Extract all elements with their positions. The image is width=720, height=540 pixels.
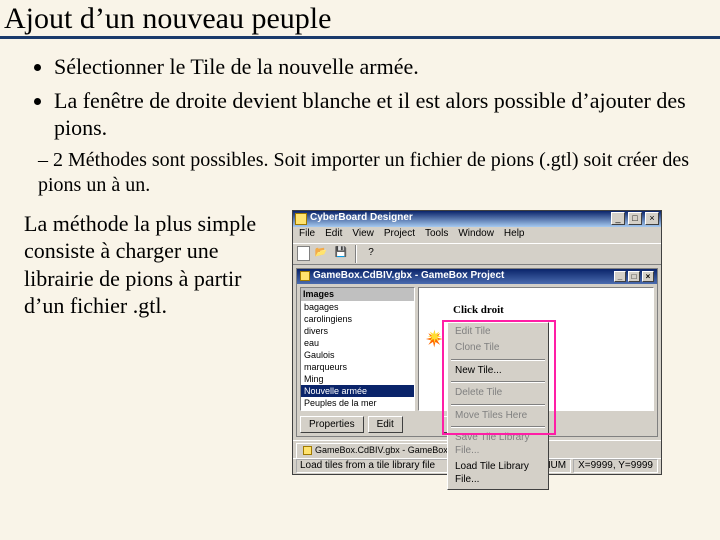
menu-window[interactable]: Window (458, 228, 494, 241)
toolbar: 📂 💾 ? (293, 243, 661, 265)
edit-button[interactable]: Edit (368, 416, 403, 433)
context-menu-item[interactable]: New Tile... (449, 363, 547, 380)
toolbar-separator (355, 245, 357, 263)
slide-title: Ajout d’un nouveau peuple (0, 0, 720, 39)
list-item[interactable]: terrains (301, 409, 414, 411)
toolbar-new-icon[interactable] (297, 246, 310, 261)
list-item[interactable]: Ming (301, 373, 414, 385)
list-item[interactable]: Peuples de la mer (301, 397, 414, 409)
list-item[interactable]: Gaulois (301, 349, 414, 361)
maximize-button[interactable]: □ (628, 212, 642, 225)
context-menu-item: Edit Tile (449, 324, 547, 341)
menu-project[interactable]: Project (384, 228, 415, 241)
status-coord: X=9999, Y=9999 (573, 459, 658, 474)
lower-paragraph: La méthode la plus simple consiste à cha… (24, 210, 274, 320)
subbullet: 2 Méthodes sont possibles. Soit importer… (38, 148, 696, 198)
context-menu-item[interactable]: Load Tile Library File... (449, 459, 547, 488)
context-menu-separator (451, 404, 545, 406)
click-star-icon: ✷ (425, 326, 443, 354)
panel-icon (300, 271, 310, 281)
panel-title-text: GameBox.CdBIV.gbx - GameBox Project (313, 270, 611, 283)
tab-icon (303, 446, 312, 455)
panel-minimize-button[interactable]: _ (614, 271, 626, 282)
list-item[interactable]: carolingiens (301, 313, 414, 325)
context-menu-item: Save Tile Library File... (449, 430, 547, 459)
context-menu: Edit TileClone Tile New Tile... Delete Til… (447, 322, 549, 491)
properties-button[interactable]: Properties (300, 416, 364, 433)
toolbar-open-icon[interactable]: 📂 (312, 245, 330, 263)
menu-tools[interactable]: Tools (425, 228, 448, 241)
panel-maximize-button[interactable]: □ (628, 271, 640, 282)
list-item[interactable]: Nouvelle armée (301, 385, 414, 397)
slide-bullets: Sélectionner le Tile de la nouvelle armé… (24, 53, 696, 142)
list-item[interactable]: eau (301, 337, 414, 349)
toolbar-save-icon[interactable]: 💾 (332, 245, 350, 263)
menu-help[interactable]: Help (504, 228, 525, 241)
bullet-2: La fenêtre de droite devient blanche et … (54, 87, 696, 142)
document-tab[interactable]: GameBox.CdBIV.gbx - GameBox P... (296, 443, 470, 457)
menubar: File Edit View Project Tools Window Help (293, 227, 661, 243)
project-panel: GameBox.CdBIV.gbx - GameBox Project _ □ … (296, 268, 658, 437)
list-section-images: Images (301, 288, 414, 301)
minimize-button[interactable]: _ (611, 212, 625, 225)
app-icon (295, 213, 307, 225)
context-menu-item: Move Tiles Here (449, 408, 547, 425)
menu-edit[interactable]: Edit (325, 228, 342, 241)
menu-file[interactable]: File (299, 228, 315, 241)
context-menu-separator (451, 426, 545, 428)
titlebar[interactable]: CyberBoard Designer _ □ × (293, 211, 661, 227)
toolbar-help-icon[interactable]: ? (362, 245, 380, 263)
menu-view[interactable]: View (352, 228, 374, 241)
list-item[interactable]: marqueurs (301, 361, 414, 373)
context-menu-separator (451, 381, 545, 383)
bullet-1: Sélectionner le Tile de la nouvelle armé… (54, 53, 696, 81)
tile-listbox[interactable]: Images bagagescarolingiensdiverseauGaulo… (300, 287, 415, 411)
panel-close-button[interactable]: × (642, 271, 654, 282)
context-menu-item: Delete Tile (449, 385, 547, 402)
click-droit-label: Click droit (453, 304, 504, 318)
app-window: CyberBoard Designer _ □ × File Edit View… (292, 210, 662, 475)
app-title: CyberBoard Designer (310, 212, 608, 225)
close-button[interactable]: × (645, 212, 659, 225)
tab-label: GameBox.CdBIV.gbx - GameBox P... (315, 445, 463, 456)
list-item[interactable]: bagages (301, 301, 414, 313)
context-menu-item: Clone Tile (449, 340, 547, 357)
list-item[interactable]: divers (301, 325, 414, 337)
context-menu-separator (451, 359, 545, 361)
panel-titlebar[interactable]: GameBox.CdBIV.gbx - GameBox Project _ □ … (297, 269, 657, 284)
